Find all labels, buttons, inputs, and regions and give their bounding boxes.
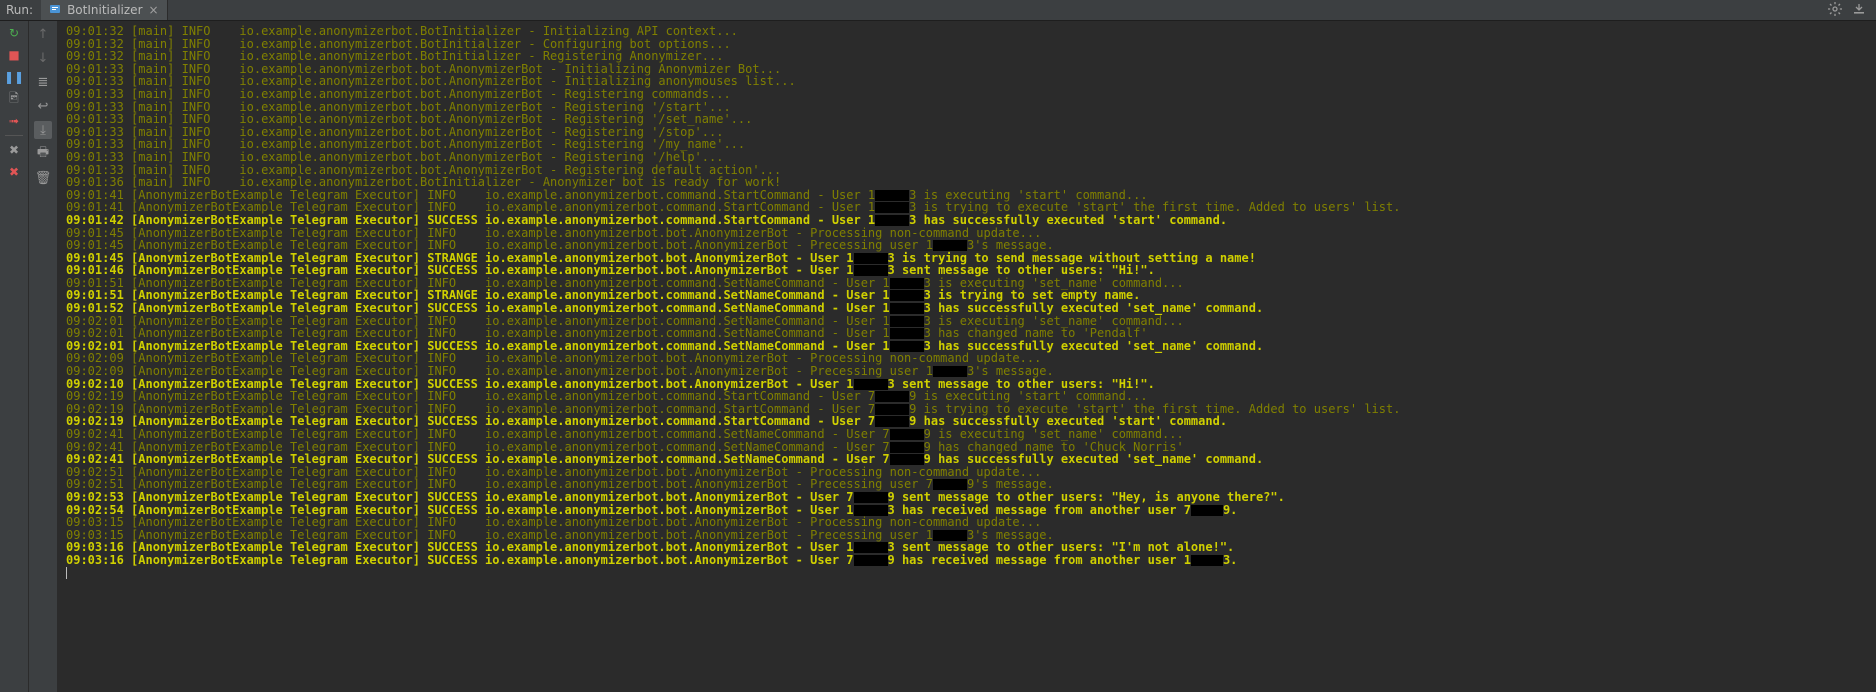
log-line: 09:02:53 [AnonymizerBotExample Telegram … — [66, 491, 1872, 504]
redaction-block — [890, 316, 924, 327]
redaction-block — [890, 341, 924, 352]
redaction-block — [1191, 505, 1223, 516]
redaction-block — [854, 505, 888, 516]
redaction-block — [890, 290, 924, 301]
redaction-block — [933, 479, 967, 490]
minimize-icon[interactable] — [1852, 2, 1866, 19]
redaction-block — [854, 265, 888, 276]
redaction-block — [875, 416, 909, 427]
log-line: 09:01:32 [main] INFO io.example.anonymiz… — [66, 50, 1872, 63]
main-class-icon — [49, 3, 61, 18]
console-output[interactable]: 09:01:32 [main] INFO io.example.anonymiz… — [58, 21, 1876, 692]
second-toolbar: ↑ ↓ ≣ ↩ ⤓ 🖶 🗑 — [29, 21, 58, 692]
redaction-block — [933, 240, 967, 251]
run-tab[interactable]: BotInitializer × — [41, 0, 168, 20]
redaction-block — [933, 530, 967, 541]
log-line: 09:01:46 [AnonymizerBotExample Telegram … — [66, 264, 1872, 277]
pin-icon[interactable]: ✖ — [6, 164, 22, 180]
log-line: 09:01:52 [AnonymizerBotExample Telegram … — [66, 302, 1872, 315]
log-line: 09:01:45 [AnonymizerBotExample Telegram … — [66, 239, 1872, 252]
left-toolbar: ↻ ■ ❚❚ 🖻 ➟ ✖ ✖ — [0, 21, 29, 692]
log-line: 09:01:33 [main] INFO io.example.anonymiz… — [66, 88, 1872, 101]
redaction-block — [854, 542, 888, 553]
log-line: 09:01:33 [main] INFO io.example.anonymiz… — [66, 113, 1872, 126]
redaction-block — [890, 442, 924, 453]
redaction-block — [890, 429, 924, 440]
log-line: 09:02:01 [AnonymizerBotExample Telegram … — [66, 327, 1872, 340]
text-caret — [66, 567, 67, 579]
log-line: 09:02:19 [AnonymizerBotExample Telegram … — [66, 390, 1872, 403]
redaction-block — [854, 253, 888, 264]
exit-icon[interactable]: ➟ — [6, 113, 22, 129]
arrow-down-icon[interactable]: ↓ — [34, 49, 52, 67]
redaction-block — [1191, 555, 1223, 566]
redaction-block — [875, 215, 909, 226]
log-line: 09:02:41 [AnonymizerBotExample Telegram … — [66, 453, 1872, 466]
dump-threads-icon[interactable]: 🖻 — [6, 91, 22, 107]
scroll-to-end-icon[interactable]: ⤓ — [34, 121, 52, 139]
log-line: 09:01:36 [main] INFO io.example.anonymiz… — [66, 176, 1872, 189]
log-line: 09:02:41 [AnonymizerBotExample Telegram … — [66, 428, 1872, 441]
topbar: Run: BotInitializer × — [0, 0, 1876, 21]
log-line: 09:01:42 [AnonymizerBotExample Telegram … — [66, 214, 1872, 227]
log-line: 09:03:16 [AnonymizerBotExample Telegram … — [66, 554, 1872, 567]
redaction-block — [854, 379, 888, 390]
main: ↻ ■ ❚❚ 🖻 ➟ ✖ ✖ ↑ ↓ ≣ ↩ ⤓ 🖶 🗑 09:01:32 [main] INFO io… — [0, 21, 1876, 692]
redaction-block — [854, 492, 888, 503]
redaction-block — [890, 303, 924, 314]
stop-icon[interactable]: ■ — [6, 47, 22, 63]
close-icon[interactable]: × — [149, 3, 159, 17]
redaction-block — [854, 555, 888, 566]
pause-icon[interactable]: ❚❚ — [6, 69, 22, 85]
rerun-icon[interactable]: ↻ — [6, 25, 22, 41]
redaction-block — [890, 454, 924, 465]
soft-wrap-icon[interactable]: ↩ — [34, 97, 52, 115]
clear-icon[interactable]: 🗑 — [34, 169, 52, 187]
redaction-block — [875, 190, 909, 201]
topbar-right — [1828, 2, 1876, 19]
redaction-block — [875, 202, 909, 213]
log-line: 09:02:09 [AnonymizerBotExample Telegram … — [66, 365, 1872, 378]
redaction-block — [875, 404, 909, 415]
toolbar-separator — [5, 135, 23, 136]
arrow-up-icon[interactable]: ↑ — [34, 25, 52, 43]
print-icon[interactable]: 🖶 — [34, 145, 52, 163]
log-line: 09:01:32 [main] INFO io.example.anonymiz… — [66, 25, 1872, 38]
run-tool-label: Run: — [0, 3, 41, 17]
log-line: 09:01:33 [main] INFO io.example.anonymiz… — [66, 151, 1872, 164]
redaction-block — [875, 391, 909, 402]
caret-line — [66, 567, 1872, 582]
close-tab-icon[interactable]: ✖ — [6, 142, 22, 158]
redaction-block — [933, 366, 967, 377]
gear-icon[interactable] — [1828, 2, 1842, 19]
redaction-block — [890, 328, 924, 339]
layout-icon[interactable]: ≣ — [34, 73, 52, 91]
run-tab-title: BotInitializer — [67, 3, 142, 17]
redaction-block — [890, 278, 924, 289]
log-line: 09:03:15 [AnonymizerBotExample Telegram … — [66, 516, 1872, 529]
